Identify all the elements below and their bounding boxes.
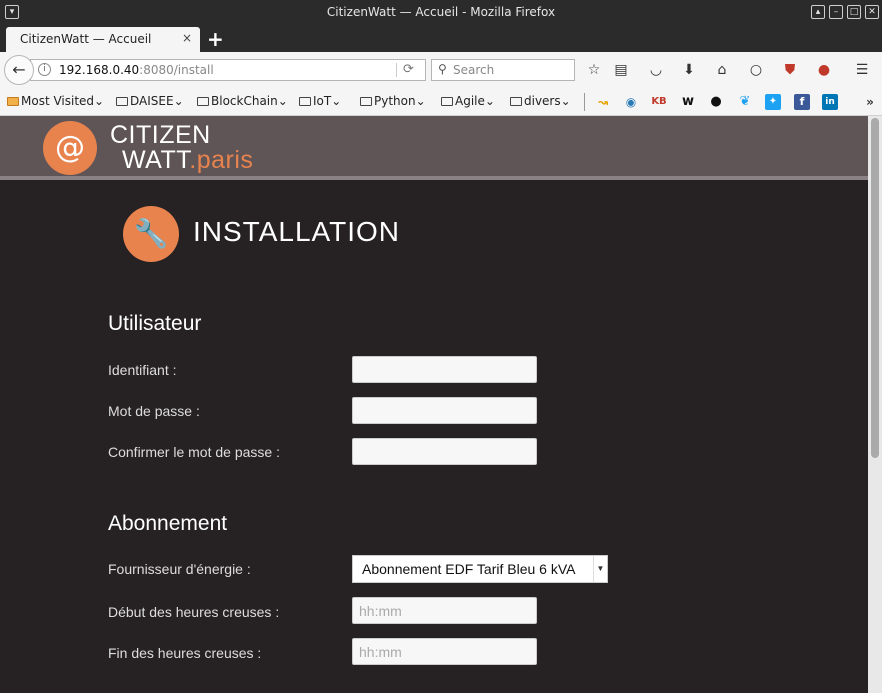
- pocket-icon[interactable]: ◡: [647, 61, 665, 79]
- scribble-icon[interactable]: ↝: [595, 94, 611, 110]
- offpeak-start-label: Début des heures creuses :: [108, 604, 280, 620]
- scrollbar-thumb[interactable]: [871, 118, 879, 458]
- folder-icon: [441, 97, 453, 106]
- tweetdeck-icon[interactable]: ✦: [765, 94, 781, 110]
- confirm-password-field[interactable]: [352, 438, 537, 465]
- password-field[interactable]: [352, 397, 537, 424]
- window-titlebar: ▾ CitizenWatt — Accueil - Mozilla Firefo…: [0, 0, 882, 26]
- folder-icon: [7, 97, 19, 106]
- extension-icon[interactable]: ●: [815, 61, 833, 79]
- bookmark-label: IoT: [313, 94, 332, 108]
- logo-watt: WATT: [122, 146, 190, 174]
- site-info-icon[interactable]: i: [38, 63, 51, 76]
- window-maximize-button[interactable]: □: [847, 5, 861, 19]
- kb-icon[interactable]: KB: [651, 94, 667, 110]
- folder-icon: [510, 97, 522, 106]
- chevron-down-icon: ⌄: [173, 94, 184, 108]
- tab-citizenwatt[interactable]: CitizenWatt — Accueil ×: [6, 27, 200, 53]
- chevron-down-icon: ⌄: [277, 94, 288, 108]
- provider-select[interactable]: Abonnement EDF Tarif Bleu 6 kVA ▼: [352, 555, 608, 583]
- close-tab-icon[interactable]: ×: [182, 31, 192, 45]
- subscription-section-title: Abonnement: [108, 512, 228, 535]
- hamburger-menu-icon[interactable]: ☰: [853, 61, 871, 79]
- bookmark-python[interactable]: Python⌄: [360, 94, 426, 108]
- linkedin-icon[interactable]: in: [822, 94, 838, 110]
- confirm-password-label: Confirmer le mot de passe :: [108, 444, 280, 460]
- facebook-icon[interactable]: f: [794, 94, 810, 110]
- bookmarks-separator: [584, 93, 585, 111]
- window-minimize-button[interactable]: –: [829, 5, 843, 19]
- bookmark-label: Python: [374, 94, 416, 108]
- page-content: @ CITIZEN WATT.paris 🔧 INSTALLATION Util…: [0, 116, 882, 693]
- bookmark-agile[interactable]: Agile⌄: [441, 94, 495, 108]
- search-input[interactable]: ⚲ Search: [431, 59, 575, 81]
- site-header: @ CITIZEN WATT.paris: [0, 116, 868, 180]
- github-icon[interactable]: ●: [708, 94, 724, 110]
- window-title: CitizenWatt — Accueil - Mozilla Firefox: [326, 5, 556, 19]
- citizenwatt-logo-icon[interactable]: @: [43, 121, 97, 175]
- chevron-down-icon: ⌄: [484, 94, 495, 108]
- downloads-icon[interactable]: ⬇: [680, 61, 698, 79]
- bookmark-star-icon[interactable]: ☆: [585, 61, 603, 79]
- wallabag-icon[interactable]: w: [680, 94, 696, 110]
- provider-label: Fournisseur d'énergie :: [108, 561, 251, 577]
- bookmark-label: DAISEE: [130, 94, 174, 108]
- bookmark-iot[interactable]: IoT⌄: [299, 94, 341, 108]
- search-placeholder: Search: [453, 63, 495, 77]
- logo-paris: .paris: [189, 146, 254, 174]
- rss-icon[interactable]: ◉: [623, 94, 639, 110]
- folder-icon: [299, 97, 311, 106]
- bookmark-blockchain[interactable]: BlockChain⌄: [197, 94, 288, 108]
- reading-list-icon[interactable]: ▤: [612, 61, 630, 79]
- bookmark-divers[interactable]: divers⌄: [510, 94, 571, 108]
- dropdown-arrow-icon: ▼: [593, 556, 607, 582]
- folder-icon: [197, 97, 209, 106]
- reload-icon[interactable]: ⟳: [403, 62, 414, 77]
- bookmark-daisee[interactable]: DAISEE⌄: [116, 94, 184, 108]
- navigation-toolbar: i 192.168.0.40:8080/install ⟳ ← ⚲ Search…: [0, 52, 882, 88]
- bookmark-most-visited[interactable]: Most Visited⌄: [7, 94, 104, 108]
- tab-strip: CitizenWatt — Accueil × +: [0, 26, 882, 53]
- wrench-icon: 🔧: [123, 206, 179, 262]
- url-host: 192.168.0.40: [59, 63, 140, 77]
- url-bar[interactable]: i 192.168.0.40:8080/install ⟳: [30, 59, 426, 81]
- back-button[interactable]: ←: [4, 55, 34, 85]
- provider-selected-value: Abonnement EDF Tarif Bleu 6 kVA: [362, 561, 576, 577]
- window-shade-button[interactable]: ▴: [811, 5, 825, 19]
- username-label: Identifiant :: [108, 362, 177, 378]
- folder-icon: [360, 97, 372, 106]
- folder-icon: [116, 97, 128, 106]
- page-scrollbar[interactable]: [868, 116, 882, 693]
- window-close-button[interactable]: ✕: [865, 5, 879, 19]
- url-text: 192.168.0.40:8080/install: [59, 63, 214, 77]
- tab-title: CitizenWatt — Accueil: [20, 32, 152, 46]
- chat-icon[interactable]: ○: [747, 61, 765, 79]
- more-bookmarks-icon[interactable]: »: [862, 94, 878, 110]
- offpeak-end-field[interactable]: [352, 638, 537, 665]
- bookmarks-toolbar: Most Visited⌄ DAISEE⌄ BlockChain⌄ IoT⌄ P…: [0, 88, 882, 116]
- twitter-icon[interactable]: ❦: [737, 94, 753, 110]
- search-icon: ⚲: [438, 62, 447, 76]
- chevron-down-icon: ⌄: [331, 94, 342, 108]
- logo-text-watt[interactable]: WATT.paris: [122, 146, 253, 175]
- offpeak-end-label: Fin des heures creuses :: [108, 645, 262, 661]
- home-icon[interactable]: ⌂: [713, 61, 731, 79]
- url-path: :8080/install: [139, 63, 214, 77]
- url-separator: [396, 63, 397, 77]
- bookmark-label: Agile: [455, 94, 485, 108]
- password-label: Mot de passe :: [108, 403, 200, 419]
- user-section-title: Utilisateur: [108, 312, 202, 335]
- bookmark-label: Most Visited: [21, 94, 95, 108]
- chevron-down-icon: ⌄: [94, 94, 105, 108]
- bookmark-label: BlockChain: [211, 94, 278, 108]
- new-tab-button[interactable]: +: [207, 27, 224, 51]
- bookmark-label: divers: [524, 94, 561, 108]
- chevron-down-icon: ⌄: [415, 94, 426, 108]
- offpeak-start-field[interactable]: [352, 597, 537, 624]
- username-field[interactable]: [352, 356, 537, 383]
- ublock-icon[interactable]: ⛊: [781, 61, 799, 79]
- chevron-down-icon: ⌄: [560, 94, 571, 108]
- page-title: INSTALLATION: [193, 216, 401, 247]
